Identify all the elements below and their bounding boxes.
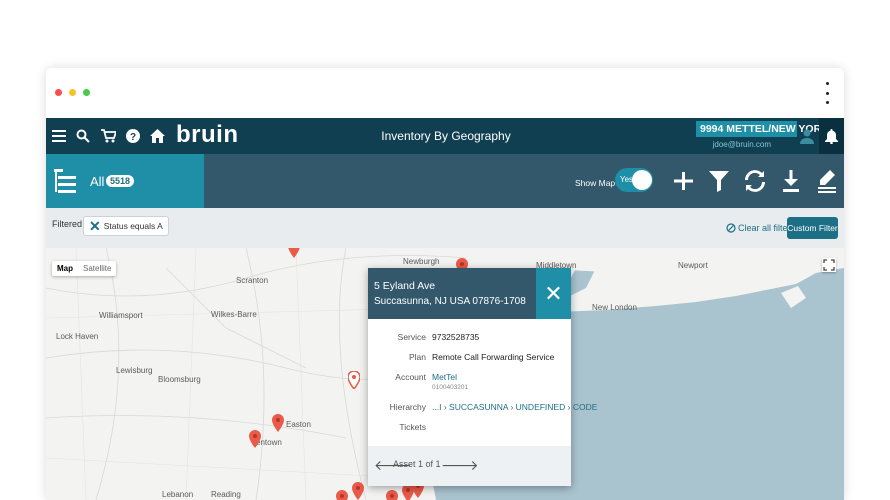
show-map-toggle[interactable]: Yes — [615, 168, 653, 192]
filter-chip-label: Status equals A — [103, 221, 163, 231]
map-pin-icon[interactable] — [336, 490, 348, 500]
user-icon[interactable] — [799, 128, 815, 144]
all-count-badge: 5518 — [106, 175, 135, 187]
popup-footer: 🡐 Asset 1 of 1 🡒 — [368, 446, 571, 486]
map-type-control[interactable]: Map Satellite — [52, 261, 117, 276]
show-map-label: Show Map — [575, 178, 616, 188]
account-label: Account — [395, 372, 426, 382]
satellite-view-button[interactable]: Satellite — [78, 261, 116, 276]
service-value: 9732528735 — [432, 332, 480, 342]
svg-text:?: ? — [130, 132, 136, 143]
close-window-dot[interactable] — [55, 89, 62, 96]
toggle-knob — [632, 170, 652, 190]
top-navigation: ? bruin Inventory By Geography 9994 METT… — [46, 118, 844, 154]
tree-view-icon[interactable] — [54, 169, 76, 193]
hierarchy-crumb[interactable]: UNDEFINED — [516, 402, 566, 412]
place-label: New London — [592, 303, 637, 312]
place-label: Newburgh — [403, 257, 440, 266]
account-selector[interactable]: 9994 METTEL/NEW YORK jdoe@bruin.com — [696, 121, 829, 151]
help-icon[interactable]: ? — [124, 126, 142, 146]
map-pin-icon[interactable] — [352, 482, 364, 500]
place-label: Lock Haven — [56, 332, 99, 341]
add-icon[interactable] — [672, 168, 694, 194]
custom-filter-button[interactable]: Custom Filter — [787, 217, 838, 239]
hierarchy-breadcrumb: ...I › SUCCASUNNA › UNDEFINED › CODE — [432, 402, 597, 412]
place-label: Reading — [211, 490, 241, 499]
refresh-icon[interactable] — [744, 168, 766, 194]
fullscreen-icon[interactable] — [822, 258, 836, 272]
title-bar — [46, 68, 844, 118]
asset-popup: 5 Eyland Ave Succasunna, NJ USA 07876-17… — [368, 268, 597, 486]
close-popup-button[interactable]: ✕ — [536, 268, 571, 319]
hierarchy-crumb[interactable]: CODE — [573, 402, 598, 412]
place-label: Bloomsburg — [158, 375, 201, 384]
view-selector[interactable]: All 5518 — [46, 154, 204, 208]
hierarchy-label: Hierarchy — [389, 402, 426, 412]
popup-header: 5 Eyland Ave Succasunna, NJ USA 07876-17… — [368, 268, 571, 319]
plan-label: Plan — [408, 352, 426, 362]
hierarchy-crumb[interactable]: ...I — [432, 402, 441, 412]
account-name: 9994 METTEL/NEW YORK — [696, 121, 829, 137]
home-icon[interactable] — [148, 126, 166, 146]
search-icon[interactable] — [74, 126, 92, 146]
map-pin-icon[interactable] — [288, 248, 300, 258]
place-label: Easton — [286, 420, 311, 429]
place-label: Lewisburg — [116, 366, 153, 375]
popup-address-line1: 5 Eyland Ave — [374, 280, 436, 292]
cart-icon[interactable] — [99, 126, 117, 146]
place-label: Scranton — [236, 276, 269, 285]
all-label: All — [90, 174, 105, 189]
account-link[interactable]: MetTel — [432, 372, 457, 382]
remove-filter-icon[interactable]: ✕ — [89, 218, 101, 235]
minimize-window-dot[interactable] — [69, 89, 76, 96]
account-number: 0100403201 — [432, 384, 469, 391]
toolbar: All 5518 Show Map Yes — [46, 154, 844, 208]
hamburger-menu-icon[interactable] — [50, 126, 68, 146]
page-title: Inventory By Geography — [381, 129, 511, 143]
clear-all-filters-link[interactable]: Clear all filters — [726, 223, 795, 233]
kebab-menu-icon[interactable] — [824, 82, 830, 104]
service-label: Service — [397, 332, 426, 342]
hierarchy-crumb[interactable]: SUCCASUNNA — [449, 402, 508, 412]
plan-value: Remote Call Forwarding Service — [432, 352, 555, 362]
next-asset-icon[interactable]: 🡒 — [441, 457, 479, 474]
filter-icon[interactable] — [708, 168, 730, 194]
notifications-bell-icon[interactable] — [819, 118, 844, 154]
asset-pager-text: Asset 1 of 1 — [393, 459, 441, 469]
place-label: Wilkes-Barre — [211, 310, 257, 319]
tickets-label: Tickets — [399, 422, 426, 432]
filter-chip[interactable]: ✕ Status equals A — [83, 216, 169, 236]
map-pin-icon[interactable] — [249, 430, 261, 448]
map-view-button[interactable]: Map — [52, 261, 78, 276]
maximize-window-dot[interactable] — [83, 89, 90, 96]
map-pin-icon[interactable] — [386, 490, 398, 500]
place-label: Lebanon — [162, 490, 194, 499]
filter-bar: Filtered ✕ Status equals A Clear all fil… — [46, 208, 844, 248]
brand-logo[interactable]: bruin — [176, 121, 239, 149]
map-pin-icon[interactable] — [272, 414, 284, 432]
place-label: Williamsport — [99, 311, 143, 320]
download-icon[interactable] — [780, 168, 802, 194]
popup-address-line2: Succasunna, NJ USA 07876-1708 — [374, 296, 526, 307]
edit-columns-icon[interactable] — [816, 168, 838, 194]
account-email: jdoe@bruin.com — [712, 140, 771, 149]
browser-window: ? bruin Inventory By Geography 9994 METT… — [46, 68, 844, 500]
clear-filter-icon — [726, 223, 736, 233]
place-label: Newport — [678, 261, 708, 270]
filtered-label: Filtered — [52, 219, 83, 229]
map-pin-icon[interactable] — [348, 371, 360, 389]
